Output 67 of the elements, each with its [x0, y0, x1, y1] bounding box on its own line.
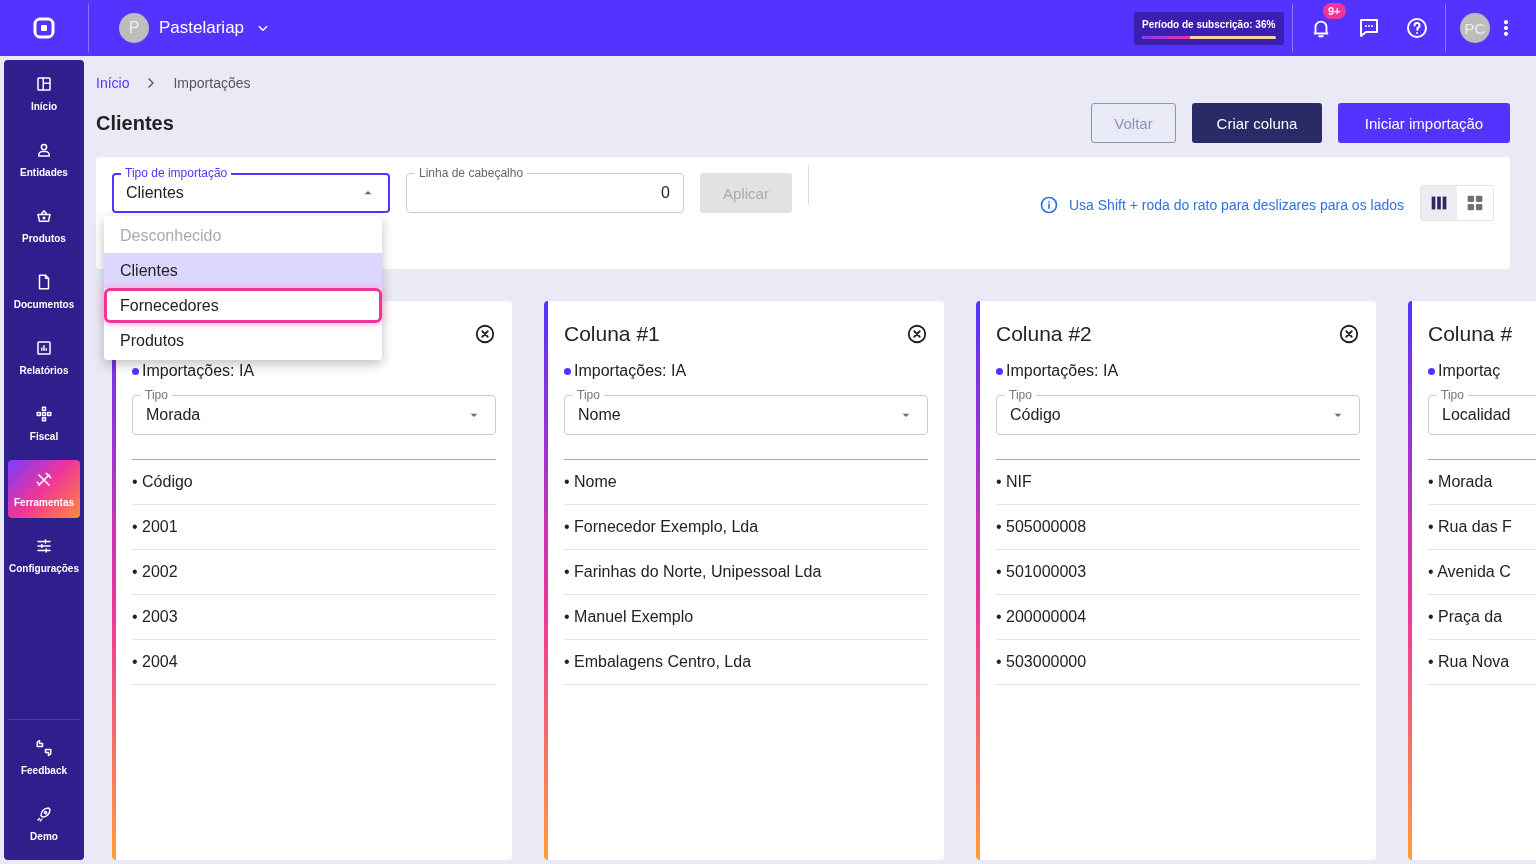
column-value: • 501000003 — [996, 550, 1360, 595]
column-value: • Morada — [1428, 460, 1536, 505]
column-title: Coluna #2 — [996, 322, 1092, 346]
thumbs-icon — [35, 738, 53, 757]
column-tag: Importações: IA — [142, 362, 255, 380]
hint-text: Usa Shift + roda do rato para deslizares para os lados — [1068, 197, 1404, 213]
sidebar-item[interactable]: Feedback — [8, 728, 80, 786]
notification-badge: 9+ — [1323, 3, 1346, 19]
column-value: • Nome — [564, 460, 928, 505]
column-value: • NIF — [996, 460, 1360, 505]
view-toggle[interactable] — [1421, 186, 1457, 220]
tools-icon — [35, 470, 53, 489]
sidebar-item[interactable]: Demo — [8, 794, 80, 852]
close-icon[interactable] — [1338, 323, 1360, 345]
sidebar-item[interactable]: Configurações — [8, 526, 80, 584]
chart-icon — [35, 338, 53, 357]
breadcrumb-current: Importações — [173, 75, 251, 91]
column-value: • Manuel Exemplo — [564, 595, 928, 640]
column-tag: Importações: IA — [1006, 362, 1119, 380]
dropdown-option[interactable]: Clientes — [104, 253, 382, 288]
start-import-button[interactable]: Iniciar importação — [1338, 103, 1510, 143]
column-value: • Rua das F — [1428, 505, 1536, 550]
column-title: Coluna # — [1428, 322, 1513, 346]
dropdown-option[interactable]: Fornecedores — [104, 288, 382, 323]
sidebar-item[interactable]: Relatórios — [8, 328, 80, 386]
column-value: • 2001 — [132, 505, 496, 550]
logo-icon — [32, 16, 56, 40]
column-value: • Avenida C — [1428, 550, 1536, 595]
help-icon[interactable] — [1405, 16, 1429, 40]
column-value: • Código — [132, 460, 496, 505]
column-tag: Importações: IA — [574, 362, 687, 380]
page-title: Clientes — [96, 111, 174, 135]
column-title: Coluna #1 — [564, 322, 660, 346]
sidebar-item[interactable]: Documentos — [8, 262, 80, 320]
dropdown-option[interactable]: Produtos — [104, 323, 382, 358]
column-value: • 2003 — [132, 595, 496, 640]
hierarchy-icon — [35, 404, 53, 423]
status-dot — [564, 367, 571, 375]
rocket-icon — [35, 804, 53, 823]
sidebar-item[interactable]: Produtos — [8, 196, 80, 254]
layout-icon — [35, 74, 53, 93]
subscription-meter: Período de subscrição: 36% — [1134, 11, 1284, 45]
column-value: • Embalagens Centro, Lda — [564, 640, 928, 685]
status-dot — [1428, 367, 1435, 375]
column-value: • Rua Nova — [1428, 640, 1536, 685]
column-tag: Importaç — [1438, 362, 1501, 380]
column-value: • Praça da — [1428, 595, 1536, 640]
sidebar-item[interactable]: Entidades — [8, 130, 80, 188]
create-column-button[interactable]: Criar coluna — [1192, 103, 1322, 143]
column-value: • Fornecedor Exemplo, Lda — [564, 505, 928, 550]
status-dot — [996, 367, 1003, 375]
sliders-icon — [35, 536, 53, 555]
status-dot — [132, 367, 139, 375]
breadcrumb-link[interactable]: Início — [96, 75, 130, 91]
column-value: • 2002 — [132, 550, 496, 595]
column-value: • 2004 — [132, 640, 496, 685]
chat-icon[interactable] — [1357, 16, 1381, 40]
column-value: • 200000004 — [996, 595, 1360, 640]
info-icon — [1038, 195, 1059, 215]
company-name[interactable]: Pastelariap — [159, 18, 245, 38]
column-value: • 503000000 — [996, 640, 1360, 685]
sidebar-item[interactable]: Fiscal — [8, 394, 80, 452]
column-value: • Farinhas do Norte, Unipessoal Lda — [564, 550, 928, 595]
close-icon[interactable] — [474, 323, 496, 345]
sidebar-item[interactable]: Início — [8, 64, 80, 122]
close-icon[interactable] — [906, 323, 928, 345]
column-value: • 505000008 — [996, 505, 1360, 550]
